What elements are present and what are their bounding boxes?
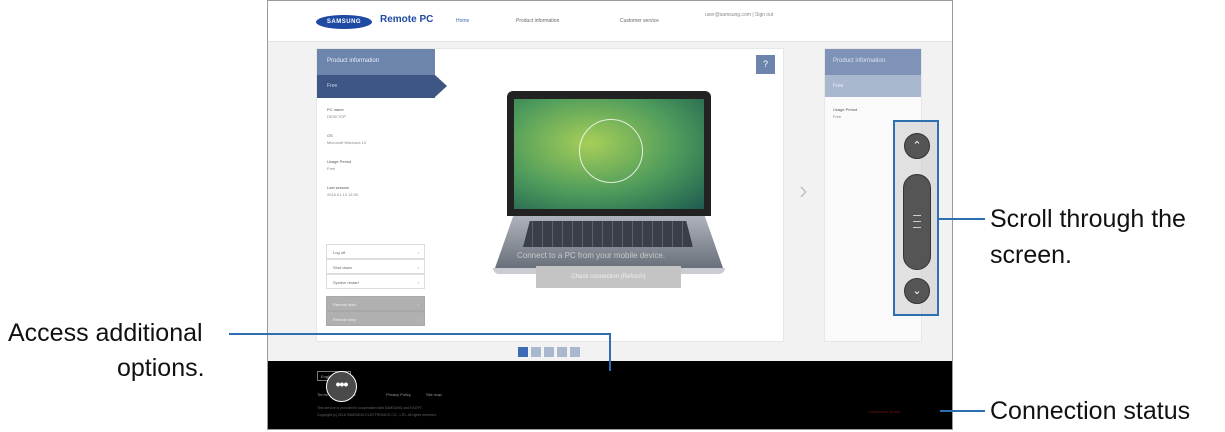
laptop-keyboard xyxy=(523,221,693,247)
connect-message: Connect to a PC from your mobile device. xyxy=(517,251,666,260)
footer-link-privacy[interactable]: Privacy Policy xyxy=(386,392,411,397)
footer-copyright-1: This service is provided in cooperation … xyxy=(317,406,423,410)
page-dot-4[interactable] xyxy=(557,347,567,357)
scroll-widget: ⌃ ⌄ xyxy=(893,120,939,316)
account-link[interactable]: user@samsung.com | Sign out xyxy=(705,12,773,18)
footer-copyright-2: Copyright (c) 2016 SAMSUNG ELECTRONICS C… xyxy=(317,413,437,417)
next-page-chevron-icon[interactable]: › xyxy=(799,175,808,206)
shut-down-button[interactable]: Shut down › xyxy=(326,259,425,274)
nav-customer-service[interactable]: Customer service xyxy=(620,18,659,24)
system-restart-label: System restart xyxy=(333,280,359,285)
remote-start-button[interactable]: Remote start › xyxy=(326,296,425,311)
check-connection-button[interactable]: Check connection (Refresh) xyxy=(536,266,681,288)
remote-stop-button[interactable]: Remote stop › xyxy=(326,311,425,326)
footer-link-sitemap[interactable]: Site map xyxy=(426,392,442,397)
callout-scroll-line2: screen. xyxy=(990,241,1072,269)
field-value-usage-period: Free xyxy=(327,166,336,171)
question-icon: ? xyxy=(762,59,768,69)
chevron-down-icon: ⌄ xyxy=(912,285,922,297)
chevron-right-icon: › xyxy=(417,302,419,307)
page-dot-2[interactable] xyxy=(531,347,541,357)
callout-line-scroll xyxy=(939,218,985,220)
field-label-usage-period: Usage Period xyxy=(327,159,352,164)
next-card-field-label: Usage Period xyxy=(833,107,858,112)
chevron-right-icon: › xyxy=(417,317,419,322)
page-dot-1[interactable] xyxy=(518,347,528,357)
more-icon: ••• xyxy=(335,376,349,392)
field-value-last-session: 2016.01.12 14:30 xyxy=(327,192,359,197)
product-info-header: Product information xyxy=(317,49,435,75)
log-off-label: Log off xyxy=(333,250,346,255)
product-info-tab[interactable]: Free xyxy=(317,75,447,98)
more-options-button[interactable]: ••• xyxy=(326,371,357,402)
main-card: Product information Free PC name DESKTOP… xyxy=(316,48,784,342)
laptop-screen xyxy=(507,91,711,216)
connection-status-indicator: Connection status xyxy=(868,409,901,414)
chevron-right-icon: › xyxy=(417,265,419,270)
next-card-tab: Free xyxy=(825,75,921,97)
field-label-os: OS xyxy=(327,133,333,138)
callout-options-line2: options. xyxy=(117,354,205,382)
chevron-right-icon: › xyxy=(417,280,419,285)
grip-line-icon xyxy=(913,221,921,222)
field-value-os: Microsoft Windows 10 xyxy=(327,140,367,145)
page-dot-3[interactable] xyxy=(544,347,554,357)
callout-line-options-h xyxy=(229,333,611,335)
callout-line-options-v xyxy=(609,333,611,371)
chevron-up-icon: ⌃ xyxy=(912,140,922,152)
next-card-tab-label: Free xyxy=(833,83,844,89)
product-info-tab-label: Free xyxy=(327,83,338,89)
chevron-right-icon: › xyxy=(417,250,419,255)
remote-stop-label: Remote stop xyxy=(333,317,356,322)
nav-home[interactable]: Home xyxy=(456,18,469,24)
grip-line-icon xyxy=(913,215,921,216)
shut-down-label: Shut down xyxy=(333,265,352,270)
next-card-title: Product information xyxy=(833,58,886,64)
callout-scroll-line1: Scroll through the xyxy=(990,205,1186,233)
callout-line-status xyxy=(940,410,985,412)
remote-start-label: Remote start xyxy=(333,302,356,307)
system-restart-button[interactable]: System restart › xyxy=(326,274,425,289)
scroll-down-button[interactable]: ⌄ xyxy=(904,278,930,304)
app-title: Remote PC xyxy=(380,14,434,25)
power-ring-icon xyxy=(579,119,643,183)
nav-product-information[interactable]: Product information xyxy=(516,18,559,24)
grip-line-icon xyxy=(913,227,921,228)
scroll-up-button[interactable]: ⌃ xyxy=(904,133,930,159)
field-label-last-session: Last session xyxy=(327,185,350,190)
help-button[interactable]: ? xyxy=(756,55,775,74)
log-off-button[interactable]: Log off › xyxy=(326,244,425,259)
next-card-header: Product information xyxy=(825,49,921,75)
callout-options-line1: Access additional xyxy=(8,319,203,347)
next-card-field-value: Free xyxy=(833,114,842,119)
top-navigation-bar: SAMSUNG Remote PC Home Product informati… xyxy=(268,1,952,42)
page-dot-5[interactable] xyxy=(570,347,580,357)
laptop-display xyxy=(514,99,704,209)
product-info-title: Product information xyxy=(327,58,380,64)
field-label-pc-name: PC name xyxy=(327,107,344,112)
field-value-pc-name: DESKTOP xyxy=(327,114,347,119)
samsung-logo: SAMSUNG xyxy=(316,15,372,29)
footer: English Terms and Conditions Privacy Pol… xyxy=(268,361,952,429)
callout-status: Connection status xyxy=(990,397,1191,425)
scroll-thumb[interactable] xyxy=(903,174,931,270)
